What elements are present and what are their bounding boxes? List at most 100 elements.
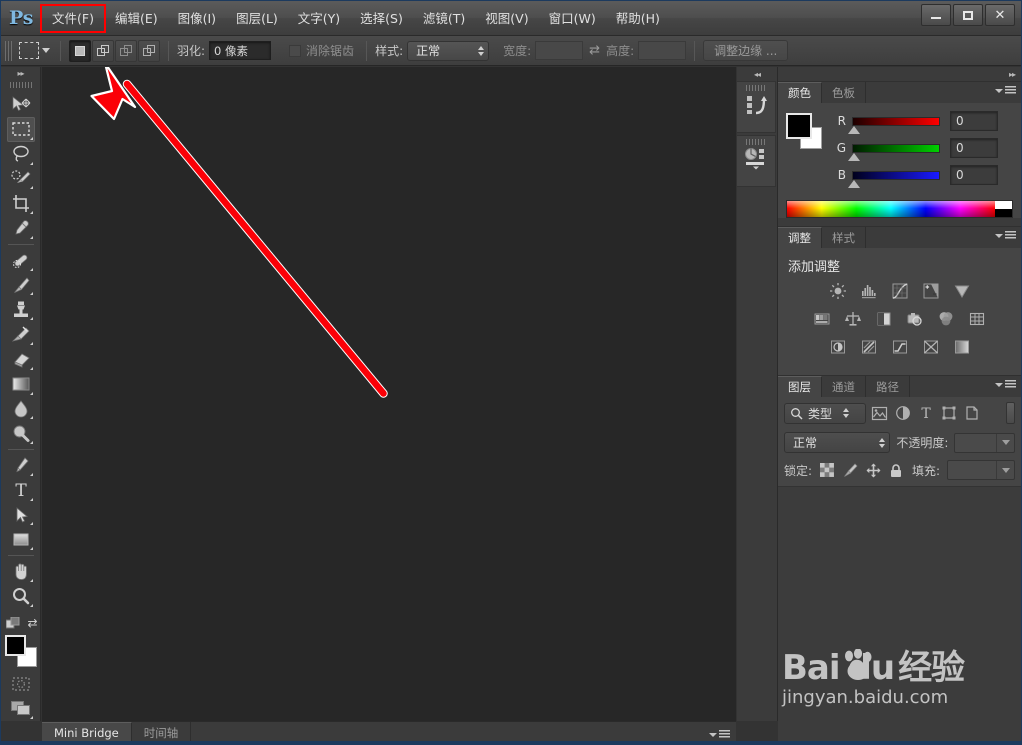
adjustments-panel-menu-icon[interactable] [995,231,1016,240]
slider-thumb-icon[interactable] [848,152,860,161]
blur-tool[interactable] [7,397,35,422]
antialias-checkbox[interactable] [289,44,302,57]
swap-dimensions-icon[interactable]: ⇄ [589,43,600,58]
menu-view[interactable]: 视图(V) [476,7,537,30]
pen-tool[interactable] [7,453,35,478]
layer-filter-toggle[interactable] [1006,402,1015,424]
tab-swatches[interactable]: 色板 [822,82,866,103]
slider-thumb-icon[interactable] [848,125,860,134]
color-balance-icon[interactable] [842,309,864,329]
gradient-tool[interactable] [7,372,35,397]
filter-shape-icon[interactable] [939,404,958,423]
menu-layer[interactable]: 图层(L) [227,7,287,30]
subtract-from-selection-button[interactable] [115,39,137,62]
width-input[interactable] [535,41,584,60]
crop-tool[interactable] [7,191,35,216]
channel-slider-r[interactable] [848,116,940,134]
levels-icon[interactable] [858,281,880,301]
brightness-contrast-icon[interactable] [827,281,849,301]
path-selection-tool[interactable] [7,503,35,528]
feather-input[interactable]: 0 像素 [209,41,272,60]
curves-icon[interactable] [889,281,911,301]
gradient-map-icon[interactable] [951,337,973,357]
tab-adjustments[interactable]: 调整 [778,227,822,248]
color-lookup-icon[interactable] [966,309,988,329]
lock-position-icon[interactable] [865,462,881,478]
menu-edit[interactable]: 编辑(E) [106,7,167,30]
color-panel-swatches[interactable] [786,113,822,149]
lock-transparent-pixels-icon[interactable] [819,462,835,478]
dodge-tool[interactable] [7,421,35,446]
refine-edge-button[interactable]: 调整边缘 ... [703,40,789,61]
posterize-icon[interactable] [858,337,880,357]
opacity-field[interactable] [954,432,1015,453]
chevron-down-icon[interactable] [996,433,1014,452]
black-swatch[interactable] [995,209,1012,217]
filter-smart-object-icon[interactable] [962,404,981,423]
eraser-tool[interactable] [7,347,35,372]
style-select[interactable]: 正常 [407,40,490,61]
threshold-icon[interactable] [889,337,911,357]
tab-styles[interactable]: 样式 [822,227,866,248]
history-panel-button[interactable] [737,81,776,133]
lock-all-icon[interactable] [888,462,904,478]
new-selection-button[interactable] [69,39,91,62]
color-swatches[interactable] [4,634,37,667]
maximize-button[interactable] [953,4,983,26]
menu-file[interactable]: 文件(F) [40,3,106,33]
tab-mini-bridge[interactable]: Mini Bridge [42,722,132,743]
menu-image[interactable]: 图像(I) [169,7,225,30]
spectrum-gradient[interactable] [787,201,995,217]
channel-slider-g[interactable] [848,143,940,161]
add-to-selection-button[interactable] [92,39,114,62]
filter-pixel-icon[interactable] [870,404,889,423]
brush-tool[interactable] [7,273,35,298]
history-brush-tool[interactable] [7,322,35,347]
toolbar-grip-icon[interactable] [9,81,32,89]
slider-thumb-icon[interactable] [848,179,860,188]
foreground-color-swatch[interactable] [786,113,812,139]
intersect-selection-button[interactable] [138,39,160,62]
canvas-area[interactable] [42,67,736,721]
spot-healing-brush-tool[interactable] [7,248,35,273]
invert-icon[interactable] [827,337,849,357]
channel-value-g[interactable]: 0 [950,138,998,158]
collapse-toolbar-icon[interactable]: ▸▸ [1,67,40,80]
tab-color[interactable]: 颜色 [778,82,822,103]
quick-mask-mode-button[interactable] [7,671,35,696]
quick-selection-tool[interactable] [7,167,35,192]
layer-list[interactable] [778,486,1021,744]
eyedropper-tool[interactable] [7,216,35,241]
channel-mixer-icon[interactable] [935,309,957,329]
tab-channels[interactable]: 通道 [822,376,866,397]
change-screen-mode-button[interactable] [7,696,35,721]
hue-saturation-icon[interactable] [811,309,833,329]
black-white-icon[interactable] [873,309,895,329]
color-panel-menu-icon[interactable] [995,86,1016,95]
white-swatch[interactable] [995,201,1012,209]
horizontal-type-tool[interactable]: T [7,478,35,503]
menu-help[interactable]: 帮助(H) [607,7,669,30]
layers-panel-menu-icon[interactable] [995,380,1016,389]
rectangle-tool[interactable] [7,527,35,552]
menu-window[interactable]: 窗口(W) [540,7,605,30]
chevron-down-icon[interactable] [996,461,1014,479]
white-black-swatches[interactable] [995,201,1012,217]
menu-select[interactable]: 选择(S) [351,7,412,30]
properties-panel-button[interactable] [737,135,776,187]
layer-filter-kind-select[interactable]: 类型 [784,402,866,424]
tab-paths[interactable]: 路径 [866,376,910,397]
minimize-button[interactable] [921,4,951,26]
lasso-tool[interactable] [7,142,35,167]
bottom-panel-menu-icon[interactable] [709,730,730,739]
foreground-color-swatch[interactable] [4,634,26,656]
options-bar-grip-icon[interactable] [5,40,13,61]
default-colors-icon[interactable] [5,616,20,635]
menu-type[interactable]: 文字(Y) [289,7,349,30]
collapse-panels-bar[interactable]: ▸▸ [778,67,1021,81]
vibrance-icon[interactable] [951,281,973,301]
channel-value-b[interactable]: 0 [950,165,998,185]
tab-timeline[interactable]: 时间轴 [131,722,192,743]
color-spectrum-ramp[interactable] [786,200,1013,218]
rectangular-marquee-tool[interactable] [6,117,35,142]
